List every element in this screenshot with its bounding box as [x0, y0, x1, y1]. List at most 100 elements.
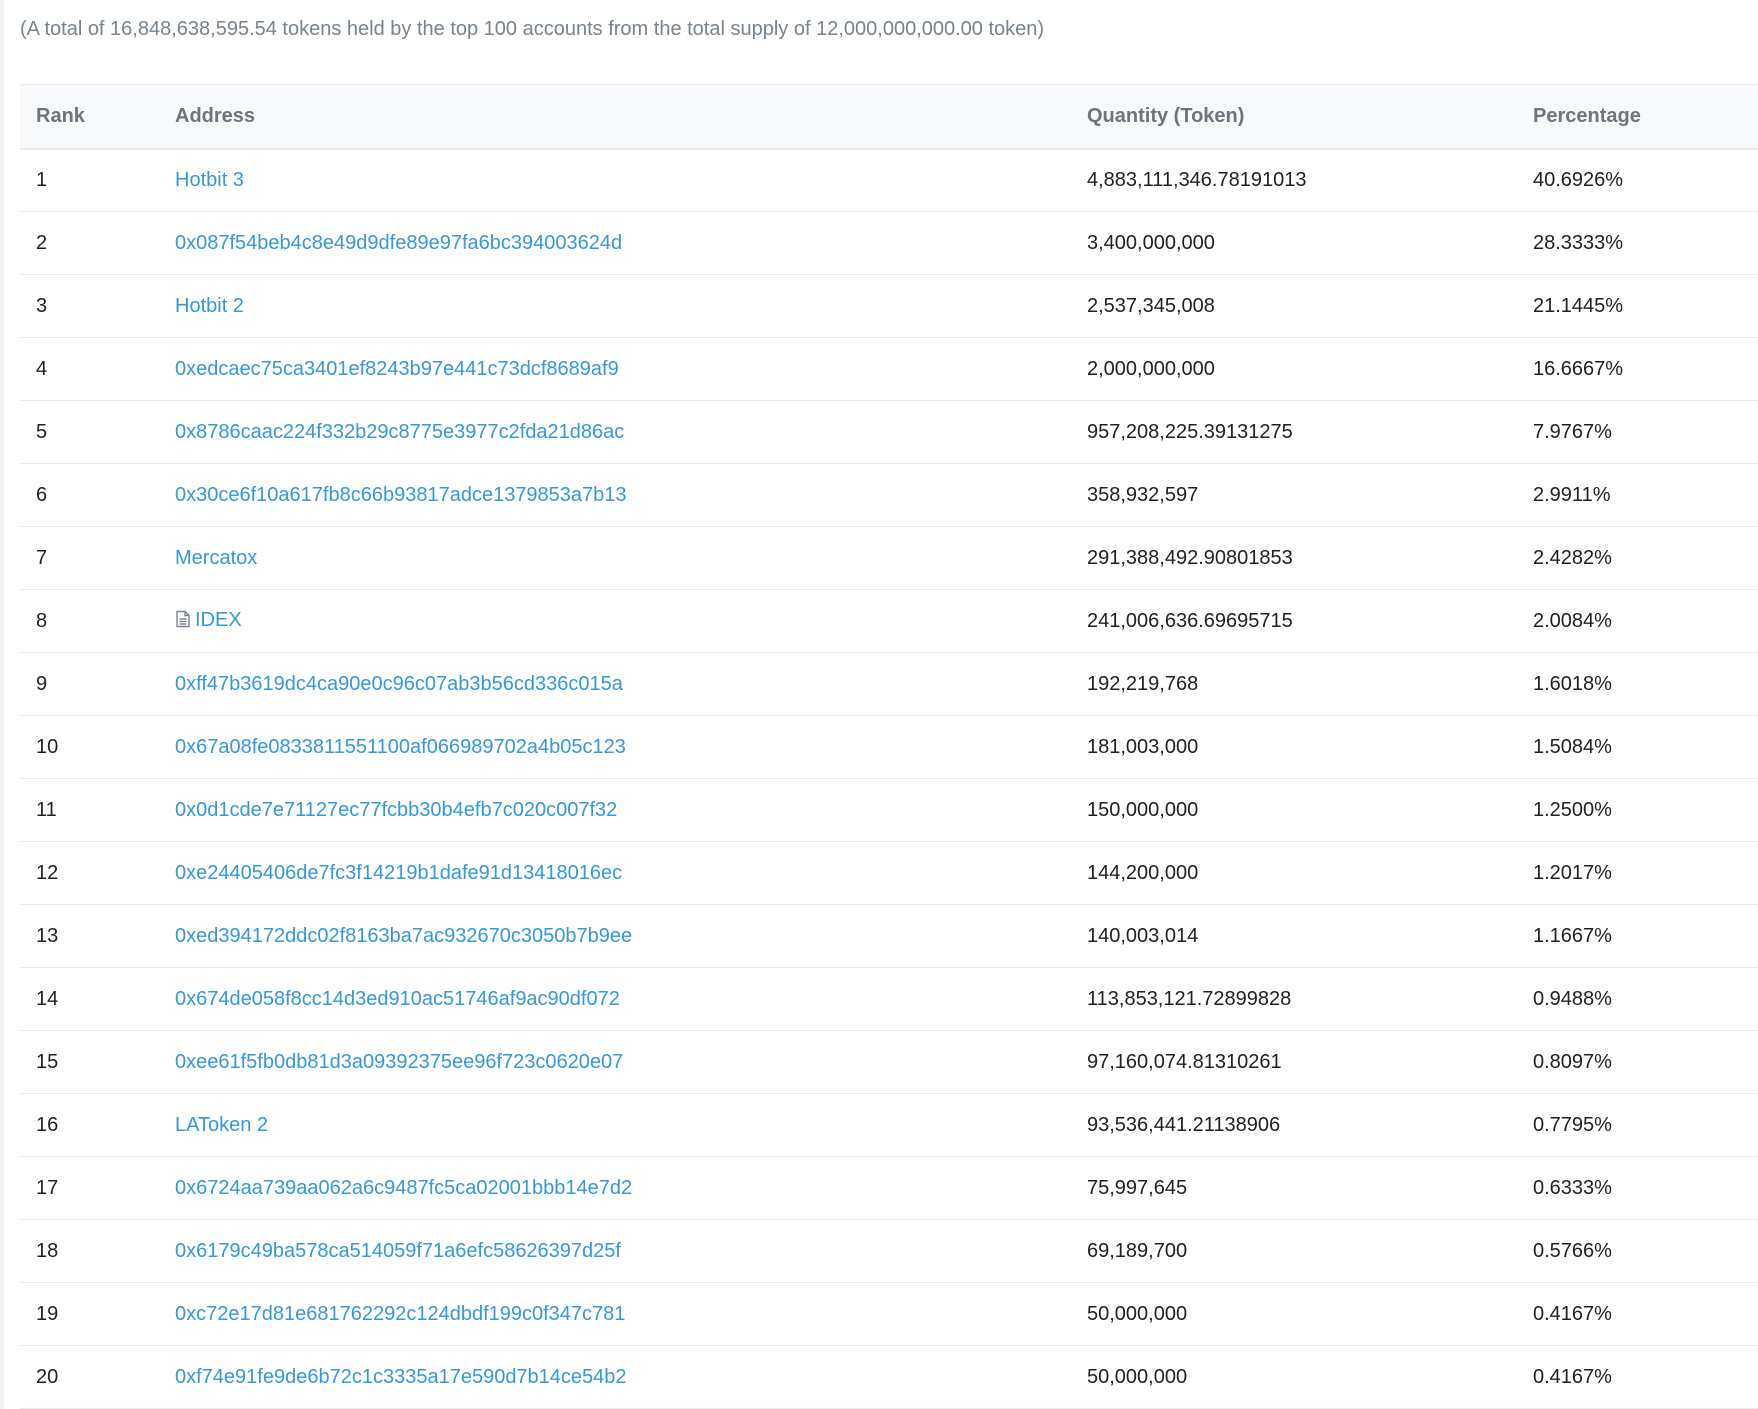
address-link[interactable]: 0xf74e91fe9de6b72c1c3335a17e590d7b14ce54… [175, 1366, 627, 1388]
rank-cell: 9 [20, 652, 159, 716]
address-cell: 0xedcaec75ca3401ef8243b97e441c73dcf8689a… [159, 337, 1071, 401]
quantity-cell: 957,208,225.39131275 [1071, 400, 1517, 464]
percentage-cell: 0.4167% [1517, 1345, 1758, 1409]
rank-cell: 17 [20, 1156, 159, 1220]
address-link[interactable]: 0x6724aa739aa062a6c9487fc5ca02001bbb14e7… [175, 1177, 632, 1199]
address-link[interactable]: 0x087f54beb4c8e49d9dfe89e97fa6bc39400362… [175, 232, 622, 254]
quantity-cell: 241,006,636.69695715 [1071, 589, 1517, 653]
quantity-cell: 2,000,000,000 [1071, 337, 1517, 401]
address-cell: 0x6724aa739aa062a6c9487fc5ca02001bbb14e7… [159, 1156, 1071, 1220]
quantity-cell: 4,883,111,346.78191013 [1071, 148, 1517, 212]
address-link[interactable]: 0x30ce6f10a617fb8c66b93817adce1379853a7b… [175, 484, 627, 506]
address-link[interactable]: Hotbit 3 [175, 169, 244, 191]
address-cell: 0x8786caac224f332b29c8775e3977c2fda21d86… [159, 400, 1071, 464]
header-percentage: Percentage [1517, 84, 1758, 150]
quantity-cell: 97,160,074.81310261 [1071, 1030, 1517, 1094]
table-row: 2 0x087f54beb4c8e49d9dfe89e97fa6bc394003… [20, 211, 1758, 275]
percentage-cell: 28.3333% [1517, 211, 1758, 275]
token-holders-table: Rank Address Quantity (Token) Percentage… [20, 84, 1758, 1409]
table-row: 5 0x8786caac224f332b29c8775e3977c2fda21d… [20, 400, 1758, 464]
file-text-icon [175, 610, 191, 634]
table-row: 3 Hotbit 2 2,537,345,008 21.1445% [20, 274, 1758, 338]
address-cell: 0xee61f5fb0db81d3a09392375ee96f723c0620e… [159, 1030, 1071, 1094]
rank-cell: 12 [20, 841, 159, 905]
table-row: 17 0x6724aa739aa062a6c9487fc5ca02001bbb1… [20, 1156, 1758, 1220]
address-link[interactable]: LAToken 2 [175, 1114, 268, 1136]
percentage-cell: 0.7795% [1517, 1093, 1758, 1157]
percentage-cell: 1.2017% [1517, 841, 1758, 905]
address-link[interactable]: Hotbit 2 [175, 295, 244, 317]
left-edge-border [0, 0, 4, 1409]
percentage-cell: 0.9488% [1517, 967, 1758, 1031]
rank-cell: 20 [20, 1345, 159, 1409]
percentage-cell: 2.0084% [1517, 589, 1758, 653]
address-link[interactable]: 0xedcaec75ca3401ef8243b97e441c73dcf8689a… [175, 358, 619, 380]
rank-cell: 10 [20, 715, 159, 779]
rank-cell: 13 [20, 904, 159, 968]
rank-cell: 11 [20, 778, 159, 842]
table-row: 10 0x67a08fe0833811551100af066989702a4b0… [20, 715, 1758, 779]
table-row: 19 0xc72e17d81e681762292c124dbdf199c0f34… [20, 1282, 1758, 1346]
address-link[interactable]: 0xee61f5fb0db81d3a09392375ee96f723c0620e… [175, 1051, 623, 1073]
rank-cell: 3 [20, 274, 159, 338]
address-cell: 0xed394172ddc02f8163ba7ac932670c3050b7b9… [159, 904, 1071, 968]
percentage-cell: 2.4282% [1517, 526, 1758, 590]
quantity-cell: 113,853,121.72899828 [1071, 967, 1517, 1031]
quantity-cell: 140,003,014 [1071, 904, 1517, 968]
rank-cell: 15 [20, 1030, 159, 1094]
quantity-cell: 192,219,768 [1071, 652, 1517, 716]
address-link[interactable]: 0xff47b3619dc4ca90e0c96c07ab3b56cd336c01… [175, 673, 623, 695]
address-cell: 0x0d1cde7e71127ec77fcbb30b4efb7c020c007f… [159, 778, 1071, 842]
table-body: 1 Hotbit 3 4,883,111,346.78191013 40.692… [20, 148, 1758, 1409]
address-cell: 0xff47b3619dc4ca90e0c96c07ab3b56cd336c01… [159, 652, 1071, 716]
address-cell: Mercatox [159, 526, 1071, 590]
table-row: 4 0xedcaec75ca3401ef8243b97e441c73dcf868… [20, 337, 1758, 401]
table-row: 6 0x30ce6f10a617fb8c66b93817adce1379853a… [20, 463, 1758, 527]
quantity-cell: 93,536,441.21138906 [1071, 1093, 1517, 1157]
rank-cell: 5 [20, 400, 159, 464]
address-link[interactable]: 0x67a08fe0833811551100af066989702a4b05c1… [175, 736, 626, 758]
address-link[interactable]: 0xe24405406de7fc3f14219b1dafe91d13418016… [175, 862, 622, 884]
percentage-cell: 1.2500% [1517, 778, 1758, 842]
percentage-cell: 21.1445% [1517, 274, 1758, 338]
table-row: 18 0x6179c49ba578ca514059f71a6efc5862639… [20, 1219, 1758, 1283]
address-link[interactable]: Mercatox [175, 547, 257, 569]
table-row: 13 0xed394172ddc02f8163ba7ac932670c3050b… [20, 904, 1758, 968]
address-cell: LAToken 2 [159, 1093, 1071, 1157]
table-row: 9 0xff47b3619dc4ca90e0c96c07ab3b56cd336c… [20, 652, 1758, 716]
address-cell: Hotbit 3 [159, 148, 1071, 212]
address-cell: 0xe24405406de7fc3f14219b1dafe91d13418016… [159, 841, 1071, 905]
table-row: 1 Hotbit 3 4,883,111,346.78191013 40.692… [20, 148, 1758, 212]
address-link[interactable]: 0x674de058f8cc14d3ed910ac51746af9ac90df0… [175, 988, 620, 1010]
quantity-cell: 69,189,700 [1071, 1219, 1517, 1283]
address-cell: 0x30ce6f10a617fb8c66b93817adce1379853a7b… [159, 463, 1071, 527]
address-link[interactable]: IDEX [195, 609, 242, 631]
percentage-cell: 0.8097% [1517, 1030, 1758, 1094]
address-cell: 0xc72e17d81e681762292c124dbdf199c0f347c7… [159, 1282, 1071, 1346]
header-quantity: Quantity (Token) [1071, 84, 1517, 150]
table-row: 11 0x0d1cde7e71127ec77fcbb30b4efb7c020c0… [20, 778, 1758, 842]
percentage-cell: 16.6667% [1517, 337, 1758, 401]
address-link[interactable]: 0xed394172ddc02f8163ba7ac932670c3050b7b9… [175, 925, 632, 947]
rank-cell: 6 [20, 463, 159, 527]
percentage-cell: 0.4167% [1517, 1282, 1758, 1346]
percentage-cell: 40.6926% [1517, 148, 1758, 212]
table-row: 16 LAToken 2 93,536,441.21138906 0.7795% [20, 1093, 1758, 1157]
address-link[interactable]: 0x8786caac224f332b29c8775e3977c2fda21d86… [175, 421, 624, 443]
quantity-cell: 181,003,000 [1071, 715, 1517, 779]
rank-cell: 14 [20, 967, 159, 1031]
address-cell: 0x674de058f8cc14d3ed910ac51746af9ac90df0… [159, 967, 1071, 1031]
percentage-cell: 1.5084% [1517, 715, 1758, 779]
address-link[interactable]: 0xc72e17d81e681762292c124dbdf199c0f347c7… [175, 1303, 625, 1325]
address-link[interactable]: 0x0d1cde7e71127ec77fcbb30b4efb7c020c007f… [175, 799, 617, 821]
rank-cell: 8 [20, 589, 159, 653]
rank-cell: 2 [20, 211, 159, 275]
table-row: 15 0xee61f5fb0db81d3a09392375ee96f723c06… [20, 1030, 1758, 1094]
percentage-cell: 0.5766% [1517, 1219, 1758, 1283]
address-link[interactable]: 0x6179c49ba578ca514059f71a6efc58626397d2… [175, 1240, 621, 1262]
header-rank: Rank [20, 84, 159, 150]
quantity-cell: 3,400,000,000 [1071, 211, 1517, 275]
quantity-cell: 75,997,645 [1071, 1156, 1517, 1220]
table-row: 12 0xe24405406de7fc3f14219b1dafe91d13418… [20, 841, 1758, 905]
table-row: 14 0x674de058f8cc14d3ed910ac51746af9ac90… [20, 967, 1758, 1031]
